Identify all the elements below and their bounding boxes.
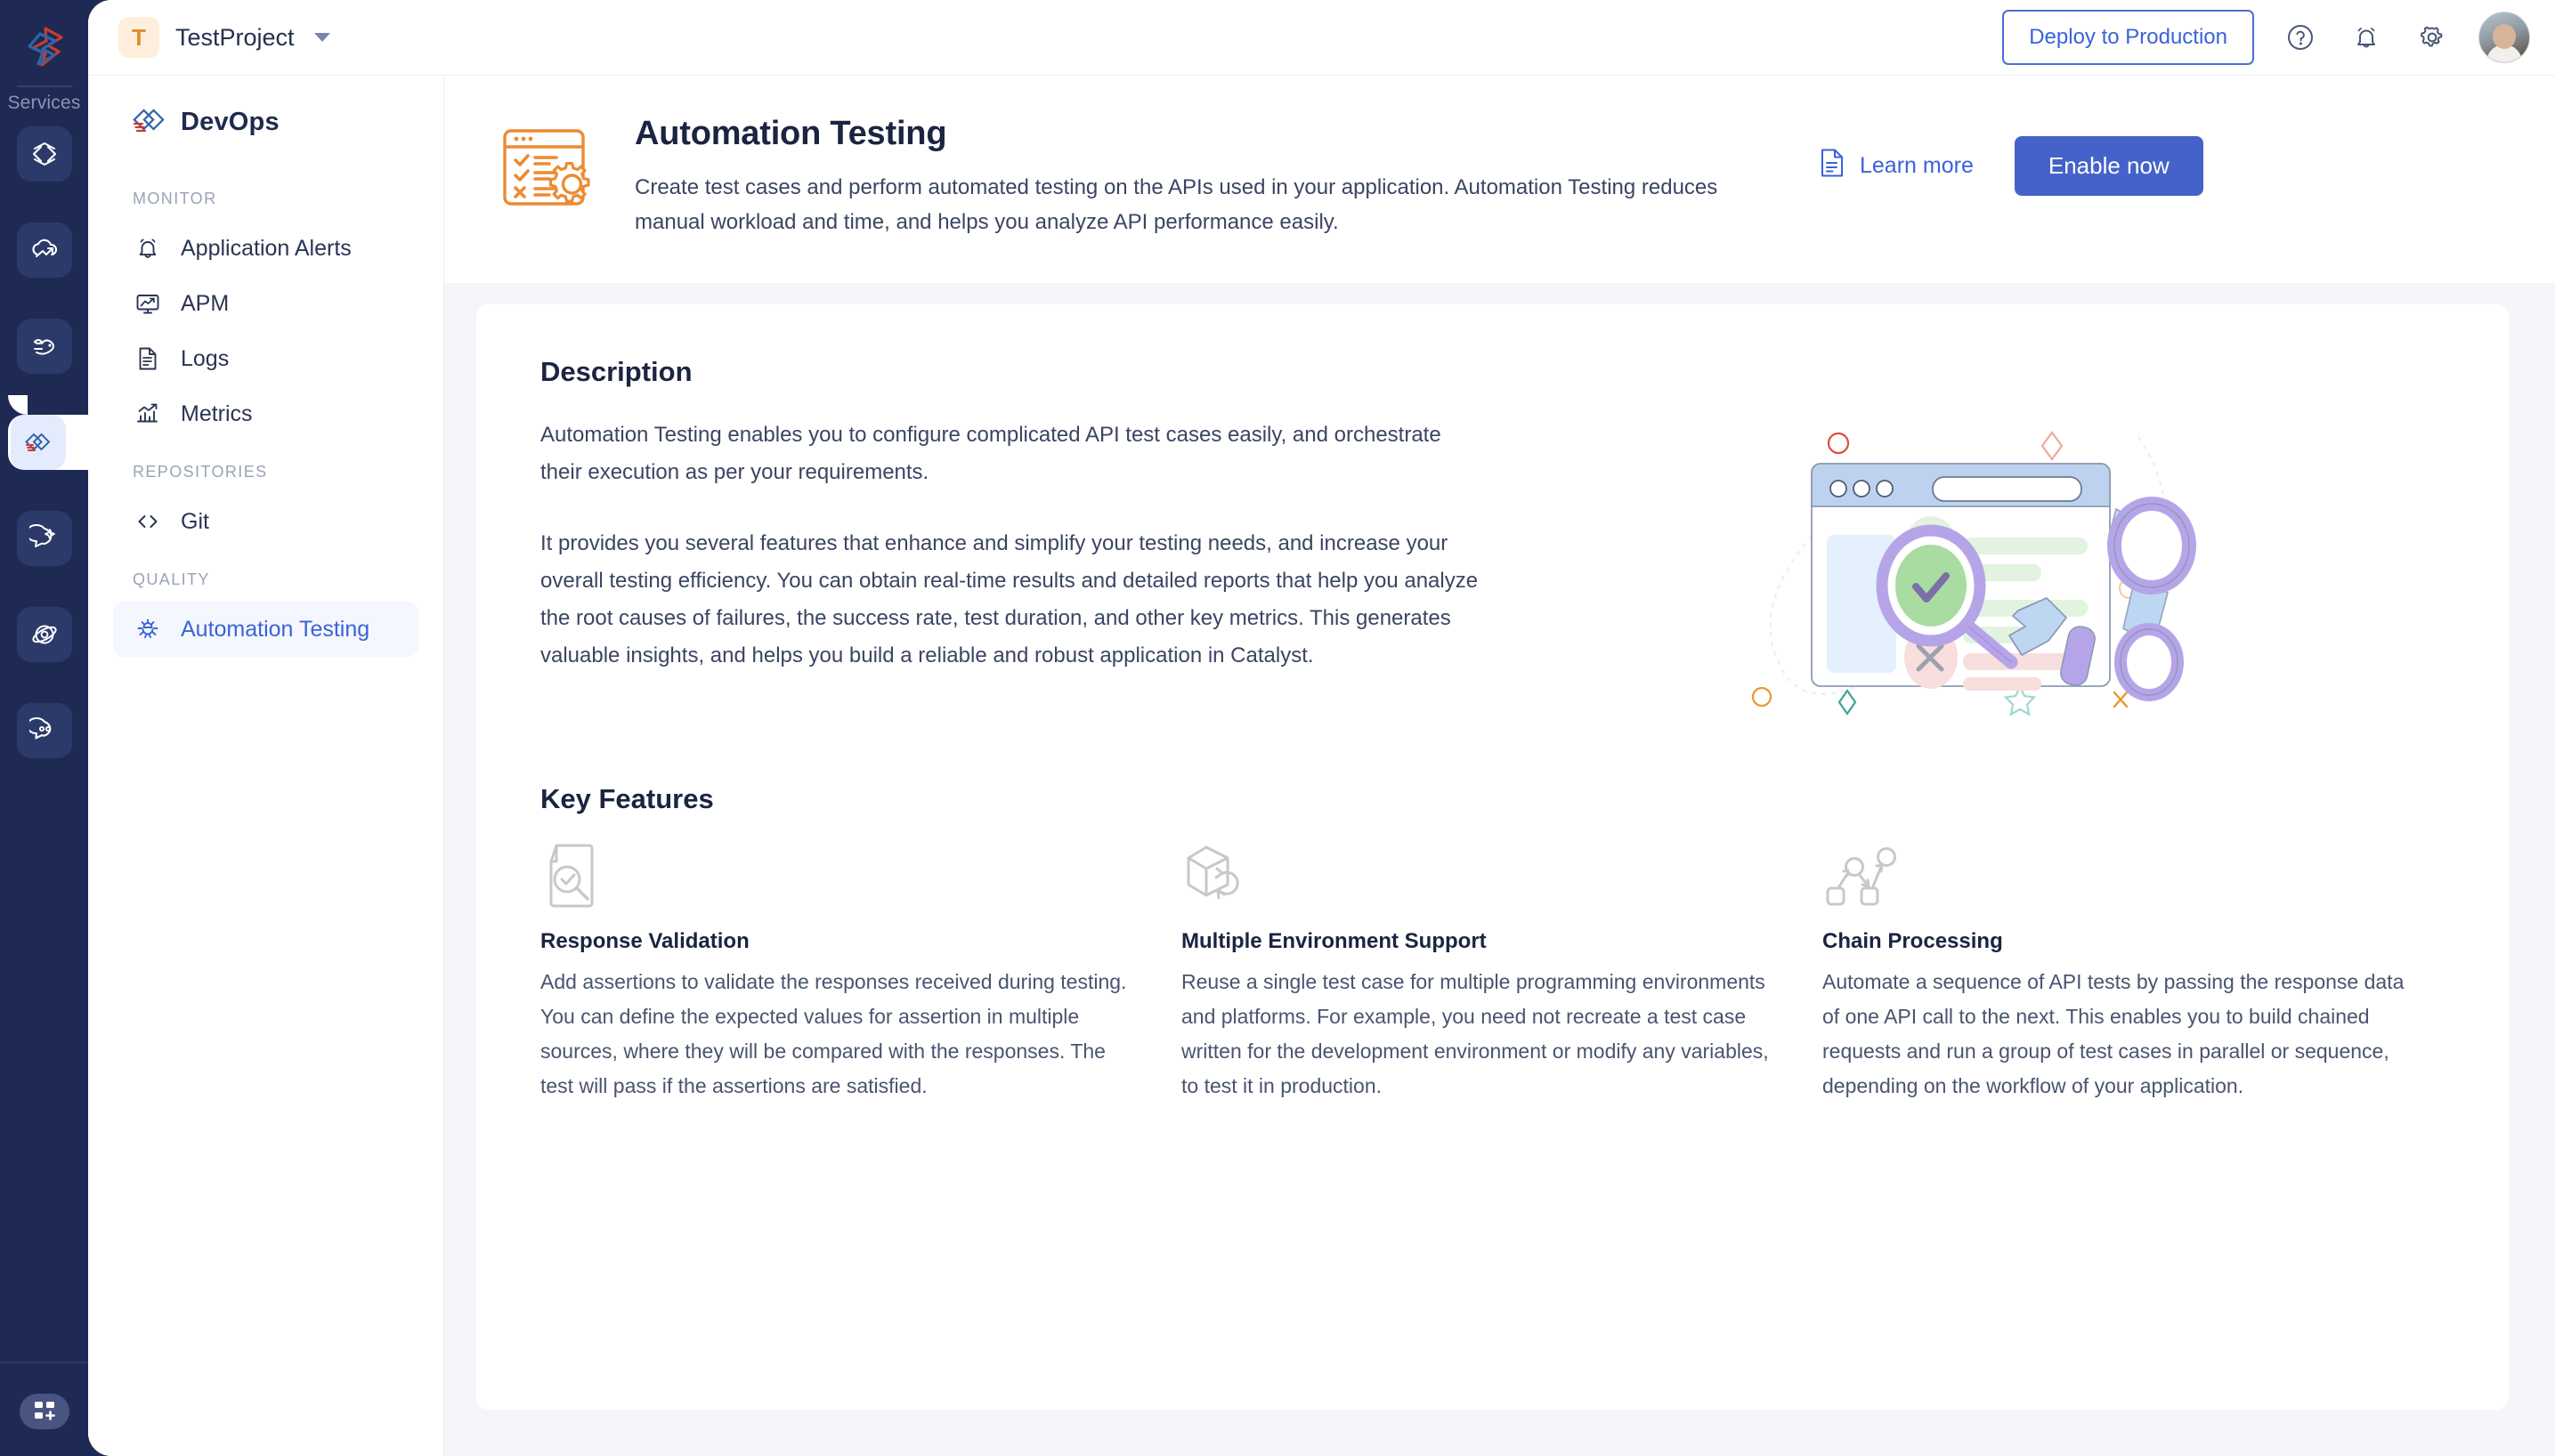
sidebar-item-label: Application Alerts	[181, 235, 352, 261]
rail-bottom	[0, 1362, 88, 1456]
feature-card: Response Validation Add assertions to va…	[540, 840, 1181, 1104]
rail-item-code[interactable]	[16, 126, 72, 182]
sidebar-item-metrics[interactable]: Metrics	[113, 386, 418, 441]
monitor-chart-icon	[133, 288, 163, 319]
rail-item-devops[interactable]	[0, 395, 88, 489]
description-heading: Description	[540, 355, 693, 387]
description-paragraph: It provides you several features that en…	[540, 530, 1479, 667]
rail-item-orbit[interactable]	[16, 607, 72, 662]
services-rail: Services	[0, 0, 88, 1456]
enable-now-button[interactable]: Enable now	[2014, 136, 2203, 196]
learn-more-label: Learn more	[1860, 153, 1974, 178]
user-avatar[interactable]	[2478, 12, 2530, 63]
feature-name: Chain Processing	[1822, 928, 2003, 953]
rail-item-chat[interactable]	[16, 703, 72, 758]
project-initial-avatar: T	[118, 17, 159, 58]
node-chain-icon	[1822, 840, 2410, 910]
sidebar-item-label: APM	[181, 290, 230, 316]
description-column: Automation Testing enables you to config…	[540, 417, 1484, 675]
sidebar-item-application-alerts[interactable]: Application Alerts	[113, 221, 418, 276]
code-angle-brackets-icon	[133, 506, 163, 537]
sidebar-item-label: Metrics	[181, 400, 253, 426]
sidebar-item-apm[interactable]: APM	[113, 276, 418, 331]
deploy-to-production-button[interactable]: Deploy to Production	[2002, 10, 2254, 65]
key-features-heading: Key Features	[540, 782, 714, 814]
code-brackets-icon	[32, 142, 56, 166]
learn-more-link[interactable]: Learn more	[1819, 148, 1974, 184]
bell-icon[interactable]	[2347, 18, 2386, 57]
app-shell: T TestProject Deploy to Production DevOp…	[88, 0, 2555, 1456]
bug-icon	[133, 614, 163, 644]
feature-name: Response Validation	[540, 928, 750, 953]
nav-group-monitor-label: MONITOR	[133, 190, 217, 207]
content-column: Automation Testing Create test cases and…	[444, 75, 2555, 1456]
nav-group-quality-label: QUALITY	[133, 570, 210, 588]
topbar-actions: Deploy to Production	[2002, 10, 2530, 65]
app-root: Services T TestProject Deploy to Product…	[0, 0, 2555, 1456]
feature-card: Chain Processing Automate a sequence of …	[1822, 840, 2463, 1104]
top-bar: T TestProject Deploy to Production	[88, 0, 2555, 75]
document-lines-icon	[133, 344, 163, 374]
secondary-sidebar: DevOps MONITOR Application Alerts APM Lo…	[88, 75, 444, 1456]
feature-text: Add assertions to validate the responses…	[540, 969, 1127, 1098]
devops-title: DevOps	[181, 107, 280, 136]
lower-area: Description Automation Testing enables y…	[444, 282, 2555, 1456]
orbit-icon	[31, 625, 57, 644]
sidebar-item-automation-testing[interactable]: Automation Testing	[113, 602, 418, 657]
devops-diamond-icon	[133, 109, 165, 133]
chat-bubble-icon	[28, 716, 51, 740]
hero-description: Create test cases and perform automated …	[635, 175, 1718, 234]
app-grid-add-icon[interactable]	[19, 1394, 69, 1429]
bar-chart-arrow-icon	[133, 399, 163, 429]
sidebar-item-logs[interactable]: Logs	[113, 331, 418, 386]
key-features-row: Response Validation Add assertions to va…	[540, 840, 2445, 1104]
rail-item-cloud[interactable]	[16, 222, 72, 278]
sidebar-item-git[interactable]: Git	[113, 494, 418, 549]
rail-item-functions[interactable]	[16, 319, 72, 374]
rail-item-ai[interactable]	[16, 511, 72, 566]
rail-curve-top	[8, 395, 28, 415]
document-search-check-icon	[540, 840, 1128, 910]
sidebar-item-label: Git	[181, 508, 209, 534]
ai-chat-icon	[28, 524, 55, 547]
hero-banner: Automation Testing Create test cases and…	[444, 76, 2555, 283]
gear-icon[interactable]	[2413, 18, 2452, 57]
rail-curve-bottom	[8, 470, 28, 489]
cube-refresh-icon	[1181, 840, 1769, 910]
nav-group-repositories-label: REPOSITORIES	[133, 463, 268, 481]
services-label: Services	[7, 93, 81, 113]
bell-alert-icon	[133, 233, 163, 263]
description-paragraph: Automation Testing enables you to config…	[540, 422, 1441, 484]
sidebar-item-label: Automation Testing	[181, 616, 370, 642]
project-name: TestProject	[175, 23, 295, 51]
chevron-down-icon[interactable]	[313, 33, 330, 42]
automation-testing-illustration	[1520, 417, 2445, 735]
document-icon	[1819, 148, 1845, 184]
cloud-scale-icon	[31, 239, 57, 258]
feature-text: Automate a sequence of API tests by pass…	[1822, 969, 2405, 1098]
feature-name: Multiple Environment Support	[1181, 928, 1487, 953]
page-title: Automation Testing	[635, 115, 947, 152]
feature-card: Multiple Environment Support Reuse a sin…	[1181, 840, 1822, 1104]
hero-text: Automation Testing Create test cases and…	[635, 115, 1783, 240]
question-circle-icon[interactable]	[2281, 18, 2320, 57]
rail-divider	[16, 85, 72, 87]
functions-icon	[33, 339, 54, 355]
project-selector[interactable]: T TestProject	[118, 17, 330, 58]
rail-items	[0, 126, 88, 799]
catalyst-logo-icon[interactable]	[17, 20, 72, 75]
description-row: Automation Testing enables you to config…	[540, 417, 2445, 735]
devops-header: DevOps	[113, 76, 418, 168]
feature-text: Reuse a single test case for multiple pr…	[1181, 969, 1769, 1098]
details-card: Description Automation Testing enables y…	[476, 303, 2509, 1410]
automation-testing-icon	[494, 124, 601, 213]
rail-bottom-divider	[0, 1362, 88, 1363]
hero-actions: Learn more Enable now	[1819, 136, 2203, 196]
devops-icon	[25, 433, 51, 451]
body-split: DevOps MONITOR Application Alerts APM Lo…	[88, 75, 2555, 1456]
sidebar-item-label: Logs	[181, 345, 230, 371]
